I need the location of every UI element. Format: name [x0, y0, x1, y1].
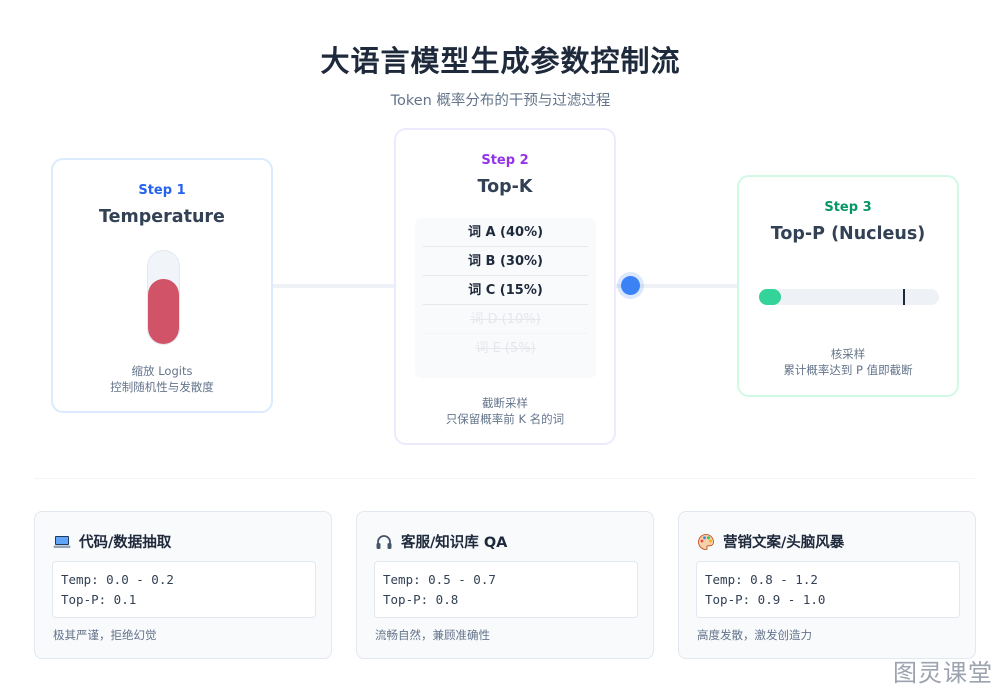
scenario-card-code: 代码/数据抽取 Temp: 0.0 - 0.2 Top-P: 0.1 极其严谨，… [34, 511, 332, 659]
token-row: 词 B (30%) [423, 247, 588, 276]
page-subtitle: Token 概率分布的干预与过滤过程 [390, 93, 611, 109]
headphones-icon [376, 534, 392, 549]
scenario-title-text: 客服/知识库 QA [401, 535, 508, 551]
param-temperature: Temp: 0.8 - 1.2 [705, 572, 818, 587]
temperature-gauge [147, 250, 180, 345]
scenario-title: 客服/知识库 QA [375, 531, 507, 552]
nucleus-bar-fill [759, 289, 781, 305]
token-list: 词 A (40%) 词 B (30%) 词 C (15%) 词 D (10%) … [415, 218, 596, 378]
nucleus-threshold-marker [903, 289, 905, 305]
step-desc-line1: 核采样 [830, 347, 866, 361]
scenario-title-text: 营销文案/头脑风暴 [723, 535, 845, 551]
scenario-params: Temp: 0.0 - 0.2 Top-P: 0.1 [52, 561, 316, 618]
step-name: Top-P (Nucleus) [770, 224, 926, 244]
step-card-temperature: Step 1 Temperature 缩放 Logits 控制随机性与发散度 [51, 158, 273, 413]
step-name: Temperature [99, 207, 225, 227]
scenario-note: 流畅自然，兼顾准确性 [375, 628, 490, 642]
scenario-params: Temp: 0.8 - 1.2 Top-P: 0.9 - 1.0 [696, 561, 960, 618]
flow-progress-dot [621, 276, 640, 295]
token-row: 词 C (15%) [423, 276, 588, 305]
page-title: 大语言模型生成参数控制流 [320, 44, 681, 78]
step-desc-line2: 控制随机性与发散度 [110, 380, 214, 394]
watermark: 图灵课堂 [893, 659, 993, 687]
temperature-gauge-fill [148, 278, 179, 344]
nucleus-bar [759, 289, 939, 305]
step-label: Step 2 [481, 153, 529, 168]
step-desc-line2: 累计概率达到 P 值即截断 [783, 363, 913, 377]
step-label: Step 1 [138, 183, 186, 198]
step-name: Top-K [477, 177, 533, 197]
scenario-card-qa: 客服/知识库 QA Temp: 0.5 - 0.7 Top-P: 0.8 流畅自… [356, 511, 654, 659]
token-row: 词 A (40%) [423, 218, 588, 247]
page: 大语言模型生成参数控制流 Token 概率分布的干预与过滤过程 Step 1 T… [0, 0, 1001, 690]
step-label: Step 3 [824, 200, 872, 215]
section-divider [34, 478, 975, 479]
palette-icon [698, 533, 714, 550]
token-row-filtered: 词 E (5%) [475, 341, 536, 356]
scenario-title: 代码/数据抽取 [53, 531, 171, 552]
step-description: 缩放 Logits 控制随机性与发散度 [53, 363, 271, 395]
scenario-note: 高度发散，激发创造力 [697, 628, 812, 642]
scenario-title-text: 代码/数据抽取 [79, 535, 172, 551]
scenario-title: 营销文案/头脑风暴 [697, 531, 844, 552]
token-row-filtered: 词 D (10%) [423, 305, 588, 334]
param-topp: Top-P: 0.1 [61, 592, 137, 607]
scenario-params: Temp: 0.5 - 0.7 Top-P: 0.8 [374, 561, 638, 618]
scenario-card-marketing: 营销文案/头脑风暴 Temp: 0.8 - 1.2 Top-P: 0.9 - 1… [678, 511, 976, 659]
param-topp: Top-P: 0.9 - 1.0 [705, 592, 826, 607]
step-desc-line2: 只保留概率前 K 名的词 [445, 412, 565, 426]
step-desc-line1: 截断采样 [482, 396, 528, 410]
step-description: 核采样 累计概率达到 P 值即截断 [739, 346, 957, 378]
step-description: 截断采样 只保留概率前 K 名的词 [396, 395, 614, 427]
param-topp: Top-P: 0.8 [383, 592, 459, 607]
step-card-topk: Step 2 Top-K 词 A (40%) 词 B (30%) 词 C (15… [394, 128, 616, 445]
scenario-note: 极其严谨，拒绝幻觉 [53, 628, 157, 642]
step-card-topp: Step 3 Top-P (Nucleus) 核采样 累计概率达到 P 值即截断 [737, 175, 959, 397]
laptop-icon [53, 535, 71, 548]
param-temperature: Temp: 0.5 - 0.7 [383, 572, 496, 587]
param-temperature: Temp: 0.0 - 0.2 [61, 572, 174, 587]
step-desc-line1: 缩放 Logits [131, 364, 193, 378]
